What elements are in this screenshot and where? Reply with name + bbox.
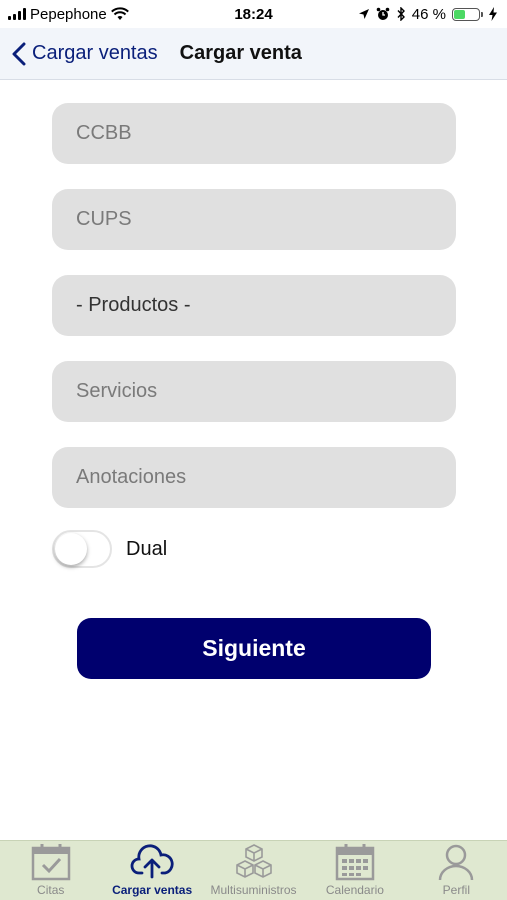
calendar-check-icon [31,844,70,881]
ccbb-input[interactable] [76,122,432,145]
servicios-input[interactable] [76,380,432,403]
cloud-upload-icon [130,844,174,879]
toggle-knob [55,533,87,565]
servicios-field[interactable] [52,361,456,422]
tab-citas[interactable]: Citas [0,841,101,900]
user-icon [439,844,474,881]
chevron-left-icon [12,42,26,65]
battery-icon [452,7,483,21]
tab-citas-label: Citas [37,883,65,897]
tab-multisuministros-label: Multisuministros [210,883,297,897]
productos-select-value: - Productos - [76,294,191,316]
tab-perfil-label: Perfil [442,883,470,897]
status-bar: Pepephone 18:24 46 % [0,0,507,28]
anotaciones-input[interactable] [76,466,432,489]
alarm-icon [376,7,390,20]
status-right: 46 % [358,6,497,23]
next-button[interactable]: Siguiente [77,618,431,679]
bluetooth-icon [397,7,405,21]
tab-perfil[interactable]: Perfil [406,841,507,900]
back-button-label: Cargar ventas [32,42,158,64]
cups-field[interactable] [52,189,456,250]
nav-bar: Cargar ventas Cargar venta [0,28,507,80]
charging-bolt-icon [489,7,497,21]
calendar-grid-icon [335,844,375,881]
cubes-icon [235,844,272,878]
dual-row: Dual [52,530,167,568]
tab-cargar-ventas-label: Cargar ventas [112,883,193,897]
page-title: Cargar venta [179,42,302,64]
wifi-icon [110,7,129,20]
tab-cargar-ventas[interactable]: Cargar ventas [101,841,202,900]
cups-input[interactable] [76,208,432,231]
carrier-name: Pepephone [30,5,107,23]
status-left: Pepephone [8,6,129,23]
anotaciones-field[interactable] [52,447,456,508]
back-button[interactable]: Cargar ventas [12,42,158,66]
location-arrow-icon [358,9,369,19]
productos-select[interactable]: - Productos - [52,275,456,336]
tab-multisuministros[interactable]: Multisuministros [203,841,304,900]
ccbb-field[interactable] [52,103,456,164]
tab-calendario[interactable]: Calendario [304,841,405,900]
dual-toggle[interactable] [52,530,112,568]
sale-form: - Productos - [52,103,456,533]
signal-icon [8,8,26,20]
dual-label: Dual [126,537,168,560]
tab-bar: Citas Cargar ventas Multisuministros Cal… [0,840,507,900]
battery-percent: 46 % [411,5,446,23]
tab-calendario-label: Calendario [325,883,384,897]
